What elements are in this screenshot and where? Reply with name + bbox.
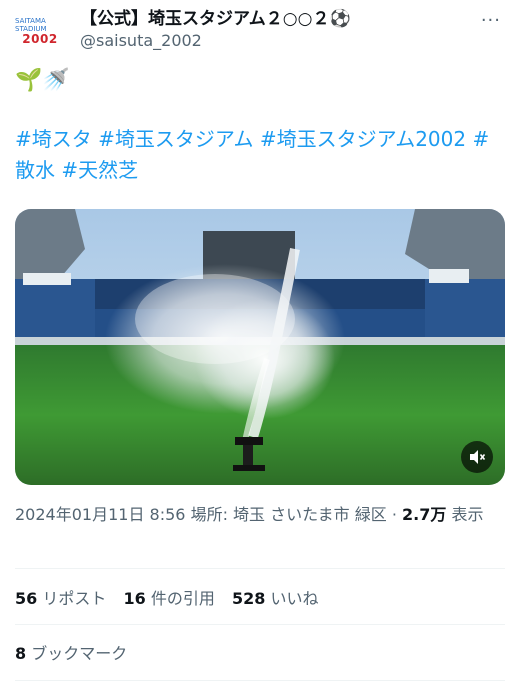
more-options-icon[interactable]: ··· [481, 10, 501, 31]
hashtag-link[interactable]: #天然芝 [61, 158, 138, 182]
bookmarks-label: ブックマーク [31, 644, 128, 663]
quotes-label: 件の引用 [150, 589, 215, 608]
stadium-video-frame [15, 209, 505, 485]
reposts-stat[interactable]: 56 リポスト [15, 589, 111, 608]
reposts-label: リポスト [42, 589, 107, 608]
views-count: 2.7万 [402, 505, 447, 524]
display-name[interactable]: 【公式】埼玉スタジアム２○○２⚽ [80, 4, 351, 29]
user-handle[interactable]: @saisuta_2002 [80, 31, 202, 50]
likes-stat[interactable]: 528 いいね [232, 589, 319, 608]
tweet-timestamp[interactable]: 2024年01月11日 8:56 [15, 505, 185, 524]
tweet-meta: 2024年01月11日 8:56 場所: 埼玉 さいたま市 緑区 · 2.7万 … [15, 502, 503, 528]
hashtag-list: #埼スタ #埼玉スタジアム #埼玉スタジアム2002 #散水 #天然芝 [15, 124, 495, 186]
divider [15, 624, 505, 625]
views-label: 表示 [451, 505, 484, 524]
quotes-stat[interactable]: 16 件の引用 [123, 589, 219, 608]
hashtag-link[interactable]: #埼スタ [15, 127, 92, 151]
quotes-count: 16 [123, 589, 146, 608]
tweet-emojis: 🌱🚿 [15, 68, 70, 93]
avatar-text-year: 2002 [22, 31, 58, 46]
tweet-video[interactable] [15, 209, 505, 485]
divider [15, 680, 505, 681]
bookmarks-stat[interactable]: 8 ブックマーク [15, 640, 127, 664]
meta-separator: · [391, 505, 397, 524]
bookmarks-count: 8 [15, 644, 27, 663]
speaker-muted-icon [468, 448, 486, 466]
reposts-count: 56 [15, 589, 38, 608]
hashtag-link[interactable]: #埼玉スタジアム [98, 127, 253, 151]
hashtag-link[interactable]: #埼玉スタジアム2002 [260, 127, 466, 151]
likes-count: 528 [231, 589, 266, 608]
likes-label: いいね [270, 589, 319, 608]
avatar[interactable]: SAITAMA STADIUM 2002 [15, 8, 65, 54]
divider [15, 568, 505, 569]
tweet-location[interactable]: 場所: 埼玉 さいたま市 緑区 [191, 505, 387, 524]
engagement-stats: 56 リポスト 16 件の引用 528 いいね [15, 585, 330, 609]
avatar-text-top: SAITAMA STADIUM [15, 16, 47, 33]
mute-button[interactable] [461, 441, 493, 473]
tweet-header: SAITAMA STADIUM 2002 【公式】埼玉スタジアム２○○２⚽ @s… [15, 0, 505, 66]
